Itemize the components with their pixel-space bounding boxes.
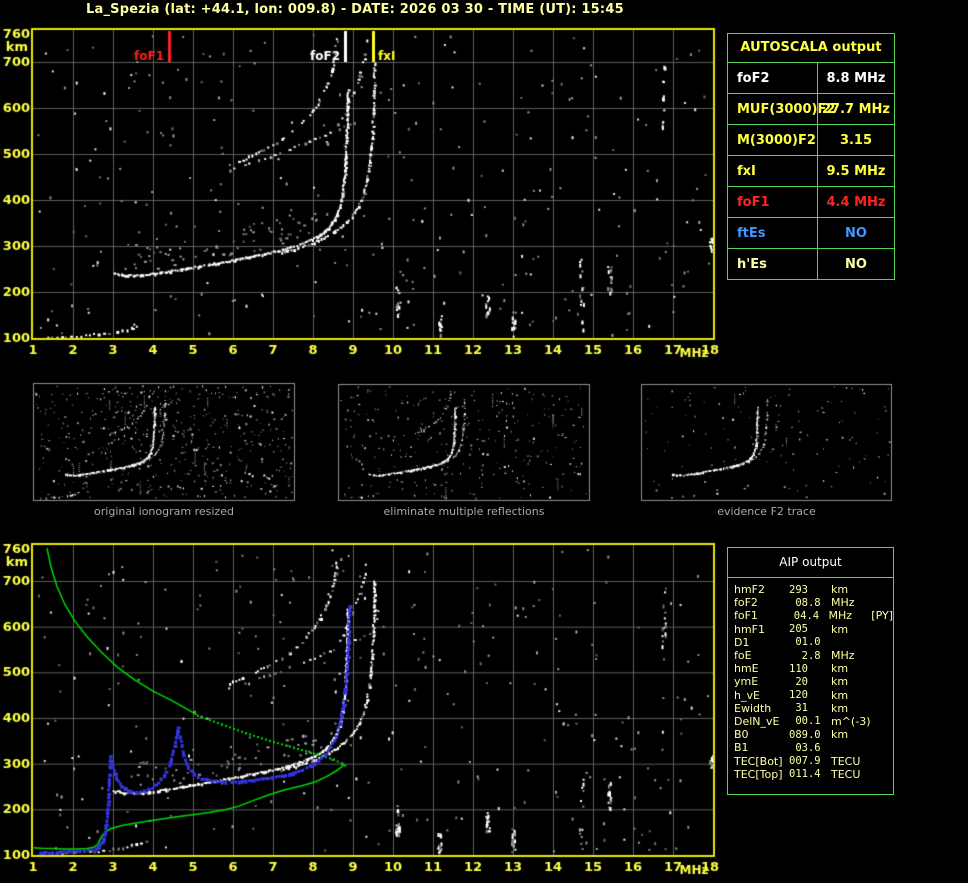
autoscala-table-title: AUTOSCALA output — [728, 34, 894, 63]
autoscala-row: ftEs NO — [728, 218, 894, 249]
autoscala-row: fxI 9.5 MHz — [728, 156, 894, 187]
aip-row: hmF2 293 km — [734, 583, 893, 596]
aip-row: foF1 04.4 MHz [PY] — [734, 609, 893, 622]
autoscala-row-value: 27.7 MHz — [822, 101, 890, 117]
aip-row-unit: MHz — [828, 609, 853, 623]
aip-row: B1 03.6 — [734, 741, 893, 754]
aip-row-label: hmF1 — [734, 622, 766, 636]
aip-row-unit: m^(-3) — [831, 714, 871, 728]
aip-row-label: hmE — [734, 662, 759, 676]
aip-row-unit: km — [831, 701, 849, 715]
aip-row-label: foF1 — [734, 609, 758, 623]
autoscala-row-value: 9.5 MHz — [826, 163, 886, 179]
aip-row: foF2 08.8 MHz — [734, 596, 893, 609]
aip-row-unit: km — [831, 688, 849, 702]
aip-row-value: 01.0 — [789, 636, 821, 649]
aip-row-label: Ewidth — [734, 701, 772, 715]
aip-row-unit: MHz — [831, 596, 855, 610]
aip-row-value: 011.4 — [789, 768, 821, 781]
aip-row: B0 089.0 km — [734, 728, 893, 741]
aip-table: AIP output hmF2 293 km foF2 08.8 MHz foF1 04… — [727, 547, 894, 795]
aip-row-value: 20 — [789, 675, 821, 688]
autoscala-window: La_Spezia (lat: +44.1, lon: 009.8) - DAT… — [0, 0, 968, 883]
aip-row-value: 293 — [789, 583, 821, 596]
autoscala-row: foF2 8.8 MHz — [728, 63, 894, 94]
aip-row-label: TEC[Top] — [734, 767, 783, 781]
aip-row-label: foF2 — [734, 596, 758, 610]
aip-row-unit: TECU — [831, 767, 861, 781]
autoscala-row-label: fxI — [728, 156, 818, 186]
aip-row-value: 089.0 — [789, 728, 821, 741]
aip-row: foE 2.8 MHz — [734, 649, 893, 662]
aip-row: hmE 110 km — [734, 662, 893, 675]
autoscala-row: MUF(3000)F2 27.7 MHz — [728, 94, 894, 125]
aip-row-value: 110 — [789, 662, 821, 675]
autoscala-row-value: 3.15 — [839, 132, 873, 148]
aip-row-value: 120 — [789, 689, 821, 702]
aip-row-value: 03.6 — [789, 741, 821, 754]
aip-row-label: h_vE — [734, 688, 760, 702]
aip-row: h_vE 120 km — [734, 689, 893, 702]
aip-row-unit: TECU — [831, 754, 861, 768]
autoscala-row-label: h'Es — [728, 249, 818, 279]
aip-row: TEC[Top] 011.4 TECU — [734, 768, 893, 781]
aip-row-label: B1 — [734, 741, 749, 755]
aip-row-note: [PY] — [871, 609, 893, 623]
thumbnail-caption-reflections: eliminate multiple reflections — [383, 505, 545, 518]
aip-row: Ewidth 31 km — [734, 702, 893, 715]
autoscala-row-label: ftEs — [728, 218, 818, 248]
autoscala-rows: foF2 8.8 MHz MUF(3000)F2 27.7 MHz M(3000)F2 3… — [728, 63, 894, 279]
autoscala-row-value: NO — [845, 256, 867, 272]
aip-row: DelN_vE 00.1 m^(-3) — [734, 715, 893, 728]
aip-row-unit: km — [831, 728, 849, 742]
aip-table-title: AIP output — [728, 548, 893, 578]
aip-row-label: B0 — [734, 728, 749, 742]
aip-row-value: 08.8 — [789, 596, 821, 609]
autoscala-row-value: NO — [845, 225, 867, 241]
autoscala-row-label: foF2 — [728, 63, 818, 93]
aip-row: TEC[Bot] 007.9 TECU — [734, 754, 893, 768]
aip-row-unit: MHz — [831, 649, 855, 663]
aip-row-unit: km — [831, 622, 849, 636]
aip-row-label: DelN_vE — [734, 714, 780, 728]
aip-rows: hmF2 293 km foF2 08.8 MHz foF1 04.4 MHz [PY] hm… — [728, 578, 893, 781]
thumbnail-caption-f2trace: evidence F2 trace — [717, 505, 816, 518]
aip-row: D1 01.0 — [734, 636, 893, 649]
aip-row-label: hmF2 — [734, 583, 766, 597]
autoscala-row: foF1 4.4 MHz — [728, 187, 894, 218]
autoscala-row-value: 4.4 MHz — [826, 194, 886, 210]
autoscala-row: h'Es NO — [728, 249, 894, 279]
aip-row-label: foE — [734, 649, 752, 663]
autoscala-row-label: MUF(3000)F2 — [728, 94, 835, 124]
autoscala-row-label: foF1 — [728, 187, 818, 217]
page-title: La_Spezia (lat: +44.1, lon: 009.8) - DAT… — [86, 2, 624, 17]
autoscala-row-label: M(3000)F2 — [728, 125, 818, 155]
aip-row-unit: km — [831, 675, 849, 689]
thumbnail-caption-original: original ionogram resized — [94, 505, 234, 518]
aip-row-label: ymE — [734, 675, 759, 689]
aip-row-value: 205 — [789, 623, 821, 636]
aip-row-unit: km — [831, 583, 849, 597]
aip-row-label: D1 — [734, 635, 750, 649]
aip-row-value: 31 — [789, 702, 821, 715]
aip-row-value: 04.4 — [787, 609, 820, 622]
aip-row-label: TEC[Bot] — [734, 754, 783, 768]
aip-row: ymE 20 km — [734, 675, 893, 688]
aip-row: hmF1 205 km — [734, 623, 893, 636]
aip-row-unit: km — [831, 662, 849, 676]
aip-row-value: 007.9 — [789, 755, 821, 768]
autoscala-table: AUTOSCALA output foF2 8.8 MHz MUF(3000)F2 2… — [727, 33, 895, 280]
aip-row-value: 2.8 — [789, 649, 821, 662]
autoscala-row-value: 8.8 MHz — [826, 70, 886, 86]
autoscala-row: M(3000)F2 3.15 — [728, 125, 894, 156]
aip-row-value: 00.1 — [789, 715, 821, 728]
